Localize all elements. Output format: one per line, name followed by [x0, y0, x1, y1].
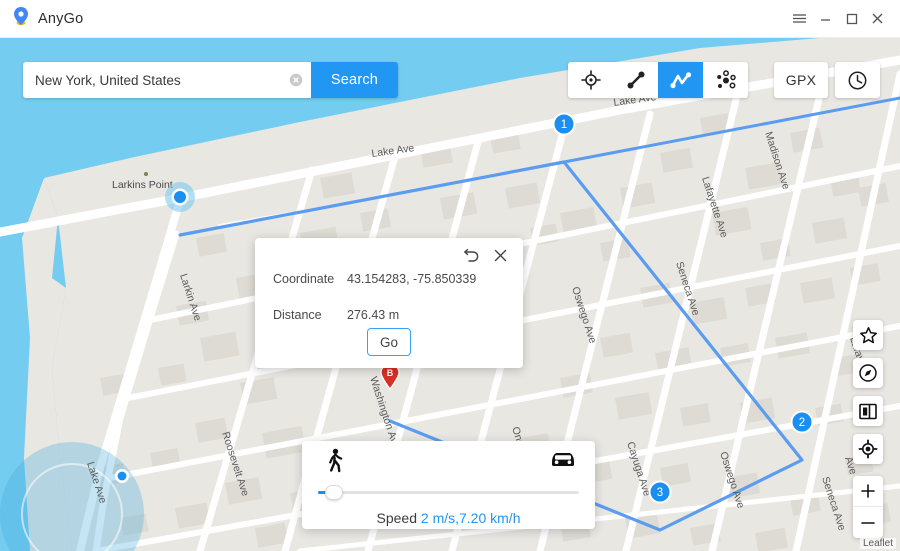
- window-controls: [786, 0, 900, 38]
- zoom-control-group: [853, 476, 883, 538]
- clear-circle-icon[interactable]: [289, 73, 303, 87]
- map-attribution[interactable]: Leaflet: [860, 538, 896, 549]
- route-waypoint-marker[interactable]: 1: [554, 114, 575, 135]
- pin-label: B: [387, 368, 394, 378]
- history-button[interactable]: [835, 62, 880, 98]
- coordinate-value: 43.154283, -75.850339: [347, 272, 476, 286]
- speed-control-panel: Speed 2 m/s,7.20 km/h: [302, 441, 595, 529]
- mode-button-group: [568, 62, 748, 98]
- zoom-in-button[interactable]: [853, 476, 883, 507]
- search-button[interactable]: Search: [311, 62, 398, 98]
- coordinate-row: Coordinate 43.154283, -75.850339: [273, 272, 505, 286]
- speed-label: Speed: [377, 510, 417, 526]
- close-icon[interactable]: [864, 0, 890, 38]
- undo-arrow-icon[interactable]: [463, 247, 480, 264]
- close-x-icon[interactable]: [492, 247, 509, 264]
- gpx-import-button[interactable]: GPX: [774, 62, 828, 98]
- zoom-out-button[interactable]: [853, 507, 883, 538]
- waypoint-number: 2: [799, 417, 805, 429]
- app-brand: AnyGo: [0, 6, 83, 31]
- search-input[interactable]: [35, 73, 289, 88]
- slider-track: [318, 491, 579, 494]
- distance-row: Distance 276.43 m: [273, 308, 505, 322]
- info-panel-actions: [463, 247, 509, 264]
- speed-value: 2 m/s,7.20 km/h: [421, 510, 521, 526]
- place-label: Larkins Point: [112, 179, 173, 191]
- minimize-icon[interactable]: [812, 0, 838, 38]
- gpx-label: GPX: [786, 72, 816, 88]
- speed-readout: Speed 2 m/s,7.20 km/h: [302, 510, 595, 526]
- map-mode-toolbar: GPX: [568, 62, 880, 98]
- waypoint-number: 1: [561, 119, 567, 131]
- distance-value: 276.43 m: [347, 308, 399, 322]
- map-pin-icon: [13, 6, 29, 31]
- favorites-button[interactable]: [853, 320, 883, 350]
- app-title: AnyGo: [38, 11, 83, 27]
- speed-slider[interactable]: [318, 485, 579, 499]
- pedestrian-walking-icon: [324, 448, 346, 479]
- compass-button[interactable]: [853, 358, 883, 388]
- title-bar: AnyGo: [0, 0, 900, 38]
- map-side-controls: [853, 320, 883, 538]
- coordinate-label: Coordinate: [273, 272, 347, 286]
- joystick-mode-button[interactable]: [703, 62, 748, 98]
- layers-button[interactable]: [853, 396, 883, 426]
- coordinate-info-panel: Coordinate 43.154283, -75.850339 Distanc…: [255, 238, 523, 368]
- route-start-marker[interactable]: [165, 182, 195, 212]
- hamburger-menu-icon[interactable]: [786, 0, 812, 38]
- search-bar: Search: [23, 62, 398, 98]
- user-location-marker[interactable]: [115, 469, 129, 483]
- maximize-icon[interactable]: [838, 0, 864, 38]
- speed-icon-row: [302, 441, 595, 479]
- distance-label: Distance: [273, 308, 347, 322]
- waypoint-number: 3: [657, 487, 663, 499]
- anygo-app-window: Lake AveLake AveLarkin AveLafayette AveM…: [0, 0, 900, 551]
- teleport-mode-button[interactable]: [568, 62, 613, 98]
- two-point-route-button[interactable]: [613, 62, 658, 98]
- route-waypoint-marker[interactable]: 2: [792, 412, 813, 433]
- multi-point-route-button[interactable]: [658, 62, 703, 98]
- go-button[interactable]: Go: [367, 328, 411, 356]
- locate-me-button[interactable]: [853, 434, 883, 464]
- car-icon: [549, 448, 577, 479]
- slider-knob[interactable]: [325, 485, 343, 500]
- route-waypoint-marker[interactable]: 3: [650, 482, 671, 503]
- search-input-wrapper: [23, 62, 311, 98]
